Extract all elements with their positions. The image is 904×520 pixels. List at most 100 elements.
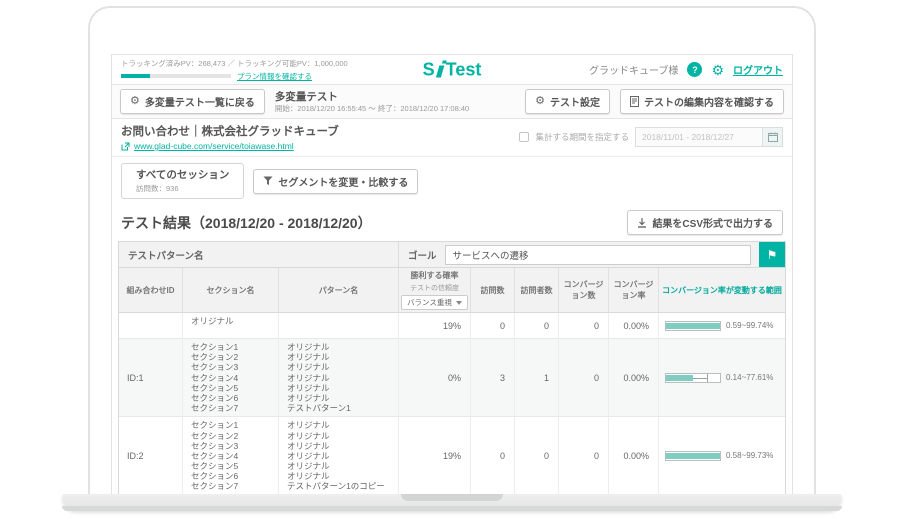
target-page-url-link[interactable]: www.glad-cube.com/service/toiawase.html (134, 141, 294, 151)
col-header-visitors: 訪問者数 (515, 268, 559, 312)
cell-section-names: セクション1 セクション2 セクション3 セクション4 セクション5 セクション… (183, 417, 279, 494)
goal-band: テストパターン名 ゴール サービスへの遷移 ⚑ (119, 242, 785, 268)
tracking-summary: トラッキング済みPV：268,473 ／ トラッキング可能PV：1,000,00… (121, 58, 348, 82)
target-page-title: お問い合わせ｜株式会社グラッドキューブ (121, 123, 339, 139)
cell-combination-id: ID:2 (119, 417, 183, 494)
sitest-logo: S Test (423, 59, 482, 80)
cell-win-probability: 19% (399, 313, 471, 338)
app-window: トラッキング済みPV：268,473 ／ トラッキング可能PV：1,000,00… (111, 54, 793, 494)
export-csv-button[interactable]: 結果をCSV形式で出力する (627, 210, 783, 235)
range-bar-fill (666, 323, 720, 329)
goal-label: ゴール (408, 248, 437, 262)
cell-conversion-rate: 0.00% (609, 339, 659, 416)
test-info: 多変量テスト 開始：2018/12/20 16:55:45 ～ 終了：2018/… (275, 89, 469, 114)
col-header-section-name: セクション名 (183, 268, 279, 312)
cell-combination-id (119, 313, 183, 338)
logout-link[interactable]: ログアウト (733, 62, 783, 77)
test-period: 開始：2018/12/20 16:55:45 ～ 終了：2018/12/20 1… (275, 104, 469, 114)
cell-pattern-names (279, 313, 399, 338)
range-text: 0.58~99.73% (726, 451, 773, 460)
cell-visitors: 0 (515, 417, 559, 494)
logo-text-right: Test (446, 59, 482, 80)
test-toolbar: ⚙ 多変量テスト一覧に戻る 多変量テスト 開始：2018/12/20 16:55… (112, 85, 792, 119)
goal-select-value: サービスへの遷移 (453, 248, 529, 262)
test-settings-button[interactable]: ⚙ テスト設定 (525, 89, 610, 114)
tracking-progress-fill (121, 74, 150, 78)
external-link-icon (121, 142, 130, 151)
goal-area: ゴール サービスへの遷移 ⚑ (399, 242, 785, 267)
cell-cvr-range: 0.14~77.61% (659, 339, 785, 416)
results-title: テスト結果（2018/12/20 - 2018/12/20） (121, 213, 372, 233)
table-row: ID:1 セクション1 セクション2 セクション3 セクション4 セクション5 … (119, 339, 785, 417)
period-checkbox[interactable] (519, 132, 529, 142)
gear-icon: ⚙ (535, 96, 545, 107)
col-header-conversion-rate: コンバージョン率 (609, 268, 659, 312)
back-to-test-list-button[interactable]: ⚙ 多変量テスト一覧に戻る (120, 89, 265, 114)
cell-section-names: オリジナル (183, 313, 279, 338)
settings-button-label: テスト設定 (550, 94, 600, 109)
confidence-mode-value: バランス重視 (407, 297, 452, 308)
cell-combination-id: ID:1 (119, 339, 183, 416)
logo-slash-icon (436, 66, 444, 78)
range-bar (665, 373, 721, 383)
cell-section-names: セクション1 セクション2 セクション3 セクション4 セクション5 セクション… (183, 339, 279, 416)
back-button-label: 多変量テスト一覧に戻る (145, 94, 255, 109)
tracking-progress-bar (121, 74, 231, 78)
review-edits-button[interactable]: テストの編集内容を確認する (620, 89, 784, 114)
period-controls: 集計する期間を指定する (519, 127, 783, 147)
table-row: ID:2 セクション1 セクション2 セクション3 セクション4 セクション5 … (119, 417, 785, 494)
target-page-info: お問い合わせ｜株式会社グラッドキューブ www.glad-cube.com/se… (121, 123, 339, 151)
cell-pattern-names: オリジナル オリジナル オリジナル オリジナル オリジナル オリジナル テストパ… (279, 339, 399, 416)
col-header-visits: 訪問数 (471, 268, 515, 312)
cell-visitors: 1 (515, 339, 559, 416)
pattern-name-header: テストパターン名 (119, 242, 399, 267)
gear-icon[interactable]: ⚙ (711, 63, 724, 77)
laptop-base (62, 494, 842, 511)
calendar-button[interactable] (763, 127, 783, 147)
document-icon (630, 96, 639, 107)
cell-cvr-range: 0.58~99.73% (659, 417, 785, 494)
help-icon[interactable]: ? (687, 62, 702, 77)
csv-button-label: 結果をCSV形式で出力する (652, 215, 773, 230)
flag-icon: ⚑ (767, 248, 778, 262)
gear-icon: ⚙ (130, 96, 140, 107)
cell-visits: 0 (471, 313, 515, 338)
chevron-down-icon (456, 301, 462, 305)
range-text: 0.59~99.74% (726, 321, 773, 330)
cell-visitors: 0 (515, 313, 559, 338)
results-table: テストパターン名 ゴール サービスへの遷移 ⚑ 組み合わせID セクション名 (118, 241, 786, 494)
goal-select[interactable]: サービスへの遷移 (445, 245, 751, 265)
target-page-row: お問い合わせ｜株式会社グラッドキューブ www.glad-cube.com/se… (112, 119, 792, 157)
range-text: 0.14~77.61% (726, 373, 773, 382)
cell-visits: 0 (471, 417, 515, 494)
col-header-combination-id: 組み合わせID (119, 268, 183, 312)
confidence-mode-select[interactable]: バランス重視 (401, 295, 468, 310)
app-header: トラッキング済みPV：268,473 ／ トラッキング可能PV：1,000,00… (112, 55, 792, 85)
tracking-pv-label: トラッキング済みPV：268,473 ／ トラッキング可能PV：1,000,00… (121, 58, 348, 69)
date-range-wrap (635, 127, 783, 147)
range-bar-fill (666, 453, 720, 459)
range-whisker-line (693, 378, 708, 379)
session-row: すべてのセッション 訪問数：936 セグメントを変更・比較する (112, 157, 792, 203)
cell-visits: 3 (471, 339, 515, 416)
col-header-conversions: コンバージョン数 (559, 268, 609, 312)
cell-conversion-rate: 0.00% (609, 313, 659, 338)
goal-flag-button[interactable]: ⚑ (759, 242, 785, 267)
test-name: 多変量テスト (275, 89, 469, 104)
results-title-row: テスト結果（2018/12/20 - 2018/12/20） 結果をCSV形式で… (112, 203, 792, 241)
period-checkbox-label: 集計する期間を指定する (535, 131, 629, 143)
funnel-icon (263, 176, 273, 186)
calendar-icon (768, 132, 778, 142)
col-header-win-probability: 勝利する確率 テストの信頼度 バランス重視 (399, 268, 471, 312)
date-range-input[interactable] (635, 127, 763, 147)
range-whisker-cap (707, 374, 708, 382)
col-header-cvr-range: コンバージョン率が変動する範囲 (659, 268, 785, 312)
plan-info-link[interactable]: プラン情報を確認する (237, 71, 312, 82)
range-bar-fill (666, 375, 693, 381)
user-name: グラッドキューブ様 (589, 62, 678, 77)
change-segment-button[interactable]: セグメントを変更・比較する (253, 169, 418, 194)
cell-conversions: 0 (559, 417, 609, 494)
review-button-label: テストの編集内容を確認する (644, 94, 774, 109)
logo-text-left: S (423, 59, 435, 80)
column-headers: 組み合わせID セクション名 パターン名 勝利する確率 テストの信頼度 バランス… (119, 268, 785, 313)
